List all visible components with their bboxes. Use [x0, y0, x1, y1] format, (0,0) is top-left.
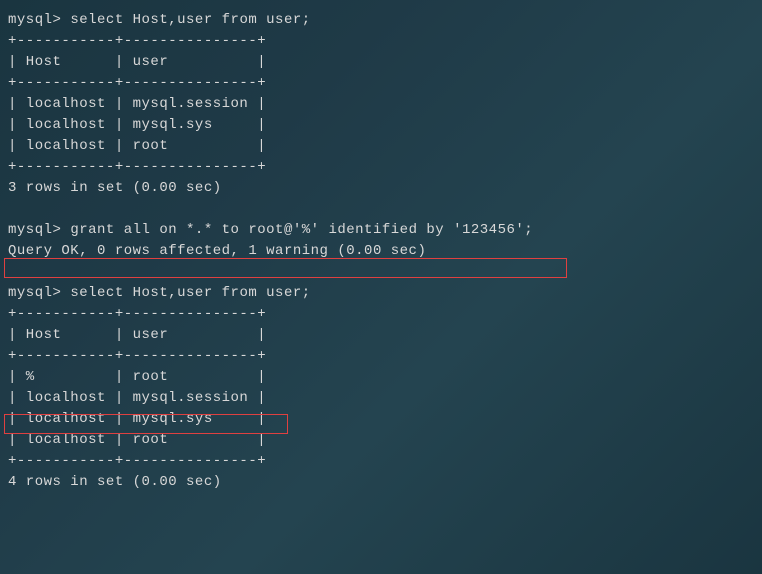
sql-command: select Host,user from user;	[70, 12, 310, 28]
query1-line: mysql> select Host,user from user;	[8, 10, 754, 31]
table-separator: +-----------+---------------+	[8, 451, 754, 472]
sql-command: select Host,user from user;	[70, 285, 310, 301]
table-header: | Host | user |	[8, 325, 754, 346]
table-row: | localhost | mysql.sys |	[8, 409, 754, 430]
terminal-output: mysql> select Host,user from user; +----…	[8, 10, 754, 493]
mysql-prompt: mysql>	[8, 222, 70, 238]
table-row: | localhost | mysql.session |	[8, 388, 754, 409]
result-footer: 4 rows in set (0.00 sec)	[8, 472, 754, 493]
table-header: | Host | user |	[8, 52, 754, 73]
sql-command: grant all on *.* to root@'%' identified …	[70, 222, 533, 238]
mysql-prompt: mysql>	[8, 12, 70, 28]
grant-result: Query OK, 0 rows affected, 1 warning (0.…	[8, 241, 754, 262]
table-row: | localhost | mysql.sys |	[8, 115, 754, 136]
table-row: | localhost | root |	[8, 136, 754, 157]
table-separator: +-----------+---------------+	[8, 31, 754, 52]
table-row: | localhost | mysql.session |	[8, 94, 754, 115]
table-separator: +-----------+---------------+	[8, 304, 754, 325]
result-footer: 3 rows in set (0.00 sec)	[8, 178, 754, 199]
table-separator: +-----------+---------------+	[8, 73, 754, 94]
table-row: | % | root |	[8, 367, 754, 388]
grant-line: mysql> grant all on *.* to root@'%' iden…	[8, 220, 754, 241]
query2-line: mysql> select Host,user from user;	[8, 283, 754, 304]
blank-line	[8, 262, 754, 283]
blank-line	[8, 199, 754, 220]
table-row: | localhost | root |	[8, 430, 754, 451]
table-separator: +-----------+---------------+	[8, 346, 754, 367]
mysql-prompt: mysql>	[8, 285, 70, 301]
table-separator: +-----------+---------------+	[8, 157, 754, 178]
